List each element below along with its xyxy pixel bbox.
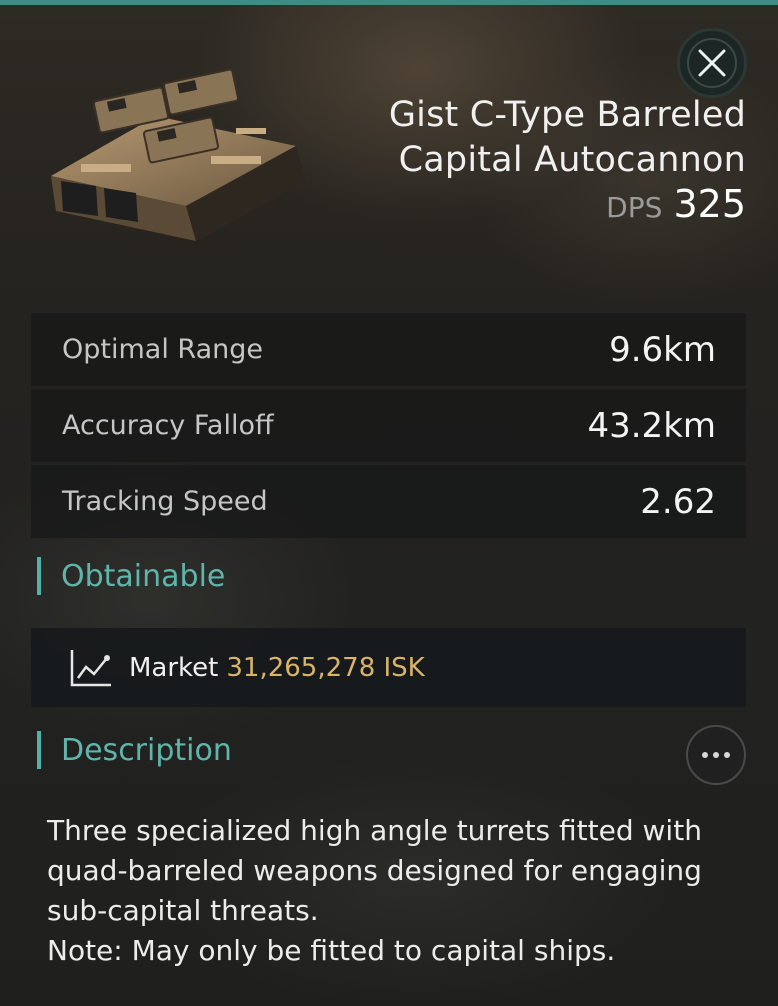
more-options-icon [724, 752, 730, 758]
item-name: Gist C-Type Barreled Capital Autocannon [388, 95, 746, 180]
stats-table: Optimal Range 9.6km Accuracy Falloff 43.… [31, 313, 746, 541]
top-accent-bar [0, 0, 778, 5]
description-text: Three specialized high angle turrets fit… [47, 814, 702, 927]
description-note: Note: May only be fitted to capital ship… [47, 934, 616, 967]
stat-label: Optimal Range [62, 334, 263, 365]
stat-row-accuracy-falloff: Accuracy Falloff 43.2km [31, 389, 746, 462]
description-body: Three specialized high angle turrets fit… [47, 811, 747, 971]
section-title-description: Description [61, 732, 232, 768]
item-image [36, 56, 316, 246]
stat-label: Accuracy Falloff [62, 410, 274, 441]
market-price-row[interactable]: Market 31,265,278 ISK [31, 628, 746, 707]
stat-label: Tracking Speed [62, 486, 268, 517]
market-price: 31,265,278 ISK [226, 652, 425, 683]
dps-readout: DPS 325 [606, 182, 746, 226]
more-options-button[interactable] [686, 725, 746, 785]
close-icon [687, 38, 737, 88]
stat-value: 43.2km [587, 405, 716, 446]
line-chart-icon [70, 649, 111, 686]
section-description: Description [37, 731, 232, 769]
dps-label: DPS [606, 191, 663, 224]
more-options-icon [702, 752, 708, 758]
more-options-icon [713, 752, 719, 758]
section-accent-bar [37, 731, 41, 769]
stat-row-optimal-range: Optimal Range 9.6km [31, 313, 746, 386]
close-button[interactable] [677, 28, 747, 98]
stat-row-tracking-speed: Tracking Speed 2.62 [31, 465, 746, 538]
section-obtainable: Obtainable [37, 557, 225, 595]
market-label: Market [129, 652, 219, 683]
stat-value: 9.6km [609, 329, 716, 370]
stat-value: 2.62 [640, 481, 716, 522]
section-accent-bar [37, 557, 41, 595]
section-title-obtainable: Obtainable [61, 558, 226, 594]
dps-value: 325 [673, 182, 746, 226]
